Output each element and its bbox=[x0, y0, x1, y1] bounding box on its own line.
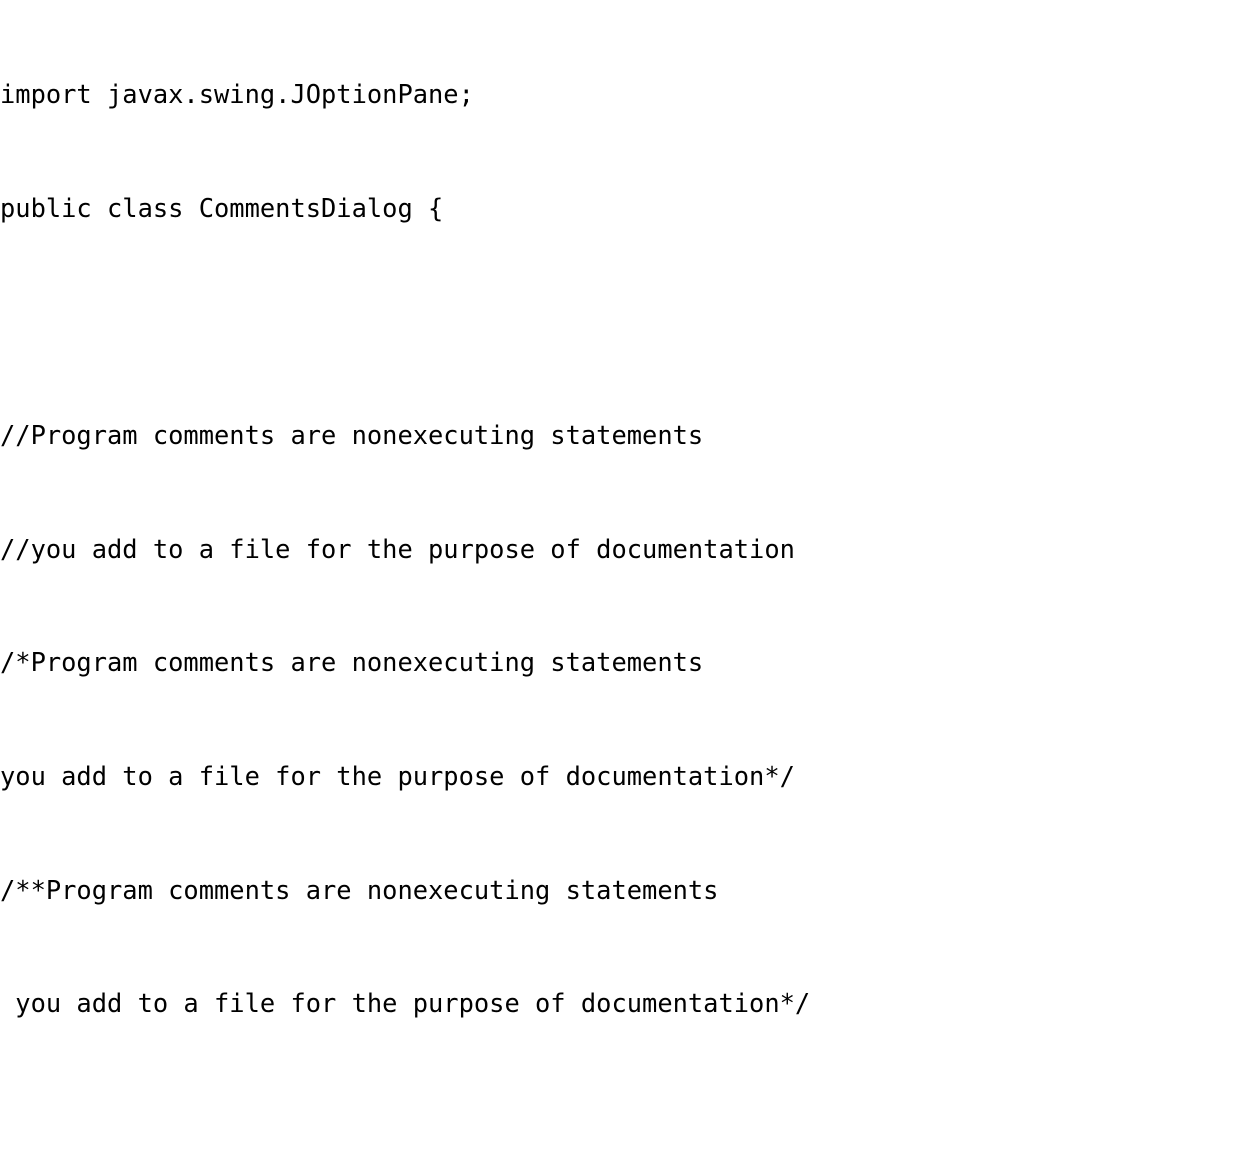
code-line: //Program comments are nonexecuting stat… bbox=[0, 419, 704, 450]
code-line: /*Program comments are nonexecuting stat… bbox=[0, 647, 704, 678]
code-line: //you add to a file for the purpose of d… bbox=[0, 533, 795, 564]
code-listing: import javax.swing.JOptionPane; public c… bbox=[0, 0, 1254, 1168]
code-line: public class CommentsDialog { bbox=[0, 192, 444, 223]
code-line: you add to a file for the purpose of doc… bbox=[0, 761, 795, 792]
code-line: import javax.swing.JOptionPane; bbox=[0, 78, 474, 109]
code-line: /**Program comments are nonexecuting sta… bbox=[0, 874, 719, 905]
code-line: you add to a file for the purpose of doc… bbox=[0, 988, 811, 1019]
